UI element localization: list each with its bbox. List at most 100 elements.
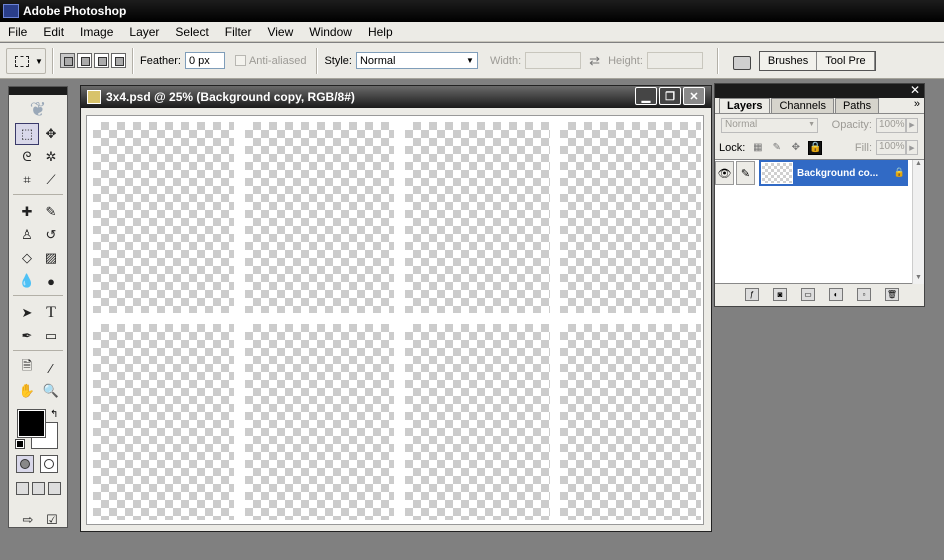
chevron-down-icon: ▼ bbox=[808, 120, 815, 128]
eye-icon[interactable]: 👁 bbox=[715, 161, 734, 185]
new-group-icon[interactable]: ▭ bbox=[801, 287, 815, 301]
transparent-frame bbox=[245, 324, 394, 520]
tab-paths[interactable]: Paths bbox=[834, 98, 880, 113]
anti-aliased-checkbox[interactable]: Anti-aliased bbox=[234, 55, 310, 67]
subtract-from-selection-button[interactable] bbox=[94, 53, 109, 68]
eyedropper-tool-icon[interactable]: ⁄ bbox=[39, 357, 63, 379]
layer-row[interactable]: 👁 ✎ Background co... 🔒 bbox=[715, 160, 908, 186]
feather-label: Feather: bbox=[140, 54, 181, 67]
quick-mask-mode-button[interactable] bbox=[40, 455, 58, 473]
opacity-input[interactable]: 100% bbox=[876, 117, 906, 133]
menu-help[interactable]: Help bbox=[360, 25, 401, 39]
fill-input[interactable]: 100% bbox=[876, 140, 906, 155]
layer-scrollbar[interactable]: ▲ ▼ bbox=[912, 160, 924, 284]
layer-item-selected[interactable]: Background co... 🔒 bbox=[759, 160, 908, 186]
palette-header[interactable]: ✕ bbox=[715, 83, 924, 98]
dodge-tool-icon[interactable]: ● bbox=[39, 270, 63, 292]
path-selection-tool-icon[interactable]: ➤ bbox=[15, 302, 39, 324]
file-browser-icon[interactable] bbox=[729, 50, 753, 72]
window-controls: ▁ ❐ ✕ bbox=[633, 87, 705, 105]
blend-mode-select[interactable]: Normal ▼ bbox=[721, 117, 818, 133]
layer-style-icon[interactable]: ƒ bbox=[745, 287, 759, 301]
menu-select[interactable]: Select bbox=[167, 25, 216, 39]
full-screen-menu-mode-icon[interactable] bbox=[32, 482, 45, 495]
document-title-bar[interactable]: 3x4.psd @ 25% (Background copy, RGB/8#) … bbox=[81, 86, 711, 108]
chevron-right-icon[interactable]: ▶ bbox=[906, 140, 918, 155]
menu-edit[interactable]: Edit bbox=[35, 25, 72, 39]
swap-icon[interactable]: ⇄ bbox=[589, 53, 600, 69]
crop-tool-icon[interactable]: ⌗ bbox=[15, 169, 39, 191]
menu-image[interactable]: Image bbox=[72, 25, 121, 39]
notes-tool-icon[interactable]: 🗎 bbox=[15, 357, 39, 379]
trash-icon[interactable]: 🗑 bbox=[885, 287, 899, 301]
scroll-down-icon[interactable]: ▼ bbox=[913, 274, 924, 284]
checkbox-box bbox=[234, 55, 246, 66]
gradient-tool-icon[interactable]: ▨ bbox=[39, 247, 63, 269]
foreground-color-swatch[interactable] bbox=[17, 409, 46, 438]
new-layer-icon[interactable]: ▫ bbox=[857, 287, 871, 301]
history-brush-tool-icon[interactable]: ↺ bbox=[39, 224, 63, 246]
default-colors-icon[interactable] bbox=[15, 439, 25, 449]
shape-tool-icon[interactable]: ▭ bbox=[39, 325, 63, 347]
menu-file[interactable]: File bbox=[0, 25, 35, 39]
scroll-up-icon[interactable]: ▲ bbox=[913, 160, 924, 170]
close-button[interactable]: ✕ bbox=[683, 87, 705, 105]
magic-wand-tool-icon[interactable]: ✲ bbox=[39, 146, 63, 168]
menu-view[interactable]: View bbox=[259, 25, 301, 39]
lock-transparency-icon[interactable]: ▦ bbox=[751, 141, 764, 154]
style-select[interactable]: Normal ▼ bbox=[355, 52, 478, 69]
brush-tool-icon[interactable]: ✎ bbox=[39, 201, 63, 223]
full-screen-mode-icon[interactable] bbox=[48, 482, 61, 495]
palette-menu-icon[interactable]: » bbox=[914, 98, 920, 110]
brush-icon[interactable]: ✎ bbox=[736, 161, 755, 185]
tool-presets-tab[interactable]: Tool Pre bbox=[817, 51, 875, 70]
chevron-right-icon[interactable]: ▶ bbox=[906, 117, 918, 133]
new-selection-button[interactable] bbox=[60, 53, 75, 68]
blur-tool-icon[interactable]: 💧 bbox=[15, 270, 39, 292]
pen-tool-icon[interactable]: ✒ bbox=[15, 325, 39, 347]
palette-well: Brushes Tool Pre bbox=[758, 50, 876, 71]
tab-layers[interactable]: Layers bbox=[719, 98, 771, 113]
document-title: 3x4.psd @ 25% (Background copy, RGB/8#) bbox=[106, 90, 355, 104]
tab-channels[interactable]: Channels bbox=[771, 98, 834, 113]
minimize-button[interactable]: ▁ bbox=[635, 87, 657, 105]
lasso-tool-icon[interactable]: ᘓ bbox=[15, 146, 39, 168]
standard-screen-mode-icon[interactable] bbox=[16, 482, 29, 495]
restore-button[interactable]: ❐ bbox=[659, 87, 681, 105]
slice-tool-icon[interactable]: ⟋ bbox=[39, 169, 63, 191]
height-input[interactable] bbox=[646, 52, 703, 69]
toolbox-header[interactable] bbox=[9, 87, 67, 95]
add-to-selection-button[interactable] bbox=[77, 53, 92, 68]
jump-to-imageready-icon[interactable]: ⇨ bbox=[16, 509, 40, 531]
selection-mode-group bbox=[60, 53, 126, 68]
adjustment-layer-icon[interactable]: ◐ bbox=[829, 287, 843, 301]
marquee-tool-icon[interactable]: ⬚ bbox=[15, 123, 39, 145]
brushes-tab[interactable]: Brushes bbox=[759, 51, 818, 70]
swap-colors-icon[interactable]: ↰ bbox=[50, 409, 58, 420]
hand-tool-icon[interactable]: ✋ bbox=[15, 380, 39, 402]
style-value: Normal bbox=[359, 54, 396, 67]
type-tool-icon[interactable]: T bbox=[39, 302, 63, 324]
clone-stamp-tool-icon[interactable]: ♙ bbox=[15, 224, 39, 246]
marquee-icon bbox=[15, 55, 29, 67]
width-input[interactable] bbox=[525, 52, 582, 69]
menu-layer[interactable]: Layer bbox=[121, 25, 167, 39]
close-icon[interactable]: ✕ bbox=[910, 83, 920, 97]
lock-image-icon[interactable]: ✎ bbox=[770, 141, 783, 154]
tool-preset-picker[interactable]: ▼ bbox=[6, 47, 46, 74]
standard-mode-button[interactable] bbox=[16, 455, 34, 473]
feather-input[interactable] bbox=[184, 52, 225, 69]
lock-all-icon[interactable]: 🔒 bbox=[808, 140, 823, 155]
lock-position-icon[interactable]: ✥ bbox=[789, 141, 802, 154]
edit-in-imageready-icon[interactable]: ☑ bbox=[40, 509, 64, 531]
intersect-selection-button[interactable] bbox=[111, 53, 126, 68]
menu-filter[interactable]: Filter bbox=[217, 25, 260, 39]
feather-logo-icon[interactable]: ❦ bbox=[9, 95, 67, 123]
menu-window[interactable]: Window bbox=[301, 25, 360, 39]
healing-brush-tool-icon[interactable]: ✚ bbox=[15, 201, 39, 223]
canvas[interactable] bbox=[86, 115, 704, 525]
zoom-tool-icon[interactable]: 🔍 bbox=[39, 380, 63, 402]
eraser-tool-icon[interactable]: ◇ bbox=[15, 247, 39, 269]
layer-mask-icon[interactable]: ◙ bbox=[773, 287, 787, 301]
move-tool-icon[interactable]: ✥ bbox=[39, 123, 63, 145]
